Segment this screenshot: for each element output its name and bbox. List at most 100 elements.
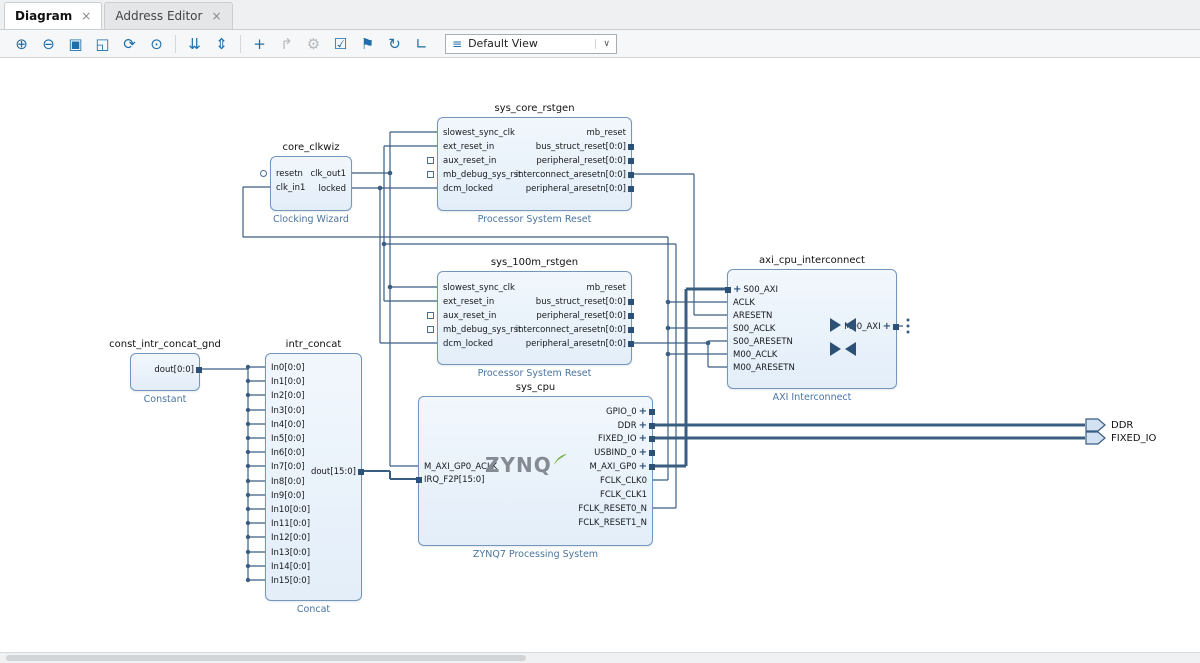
port-In10[0:0][interactable]: In10[0:0]	[271, 504, 310, 516]
port-label: dcm_locked	[443, 183, 493, 195]
port-USBIND_0[interactable]: USBIND_0+	[594, 447, 647, 459]
expand-icon[interactable]: +	[883, 321, 891, 333]
port-peripheral_aresetn[0:0][interactable]: peripheral_aresetn[0:0]	[526, 183, 626, 195]
port-In2[0:0][interactable]: In2[0:0]	[271, 390, 305, 402]
port-slowest_sync_clk[interactable]: slowest_sync_clk	[443, 127, 515, 139]
expand-hierarchy-icon[interactable]: ⇕	[208, 33, 235, 55]
block-sys_core_rstgen[interactable]: slowest_sync_clk ext_reset_in aux_reset_in…	[437, 117, 632, 211]
port-M00_ACLK[interactable]: M00_ACLK	[733, 349, 777, 361]
port-clk_out1[interactable]: clk_out1	[310, 168, 346, 180]
search-icon[interactable]: ⊙	[143, 33, 170, 55]
port-In15[0:0][interactable]: In15[0:0]	[271, 575, 310, 587]
port-M_AXI_GP0[interactable]: M_AXI_GP0+	[590, 461, 648, 473]
port-FCLK_CLK0[interactable]: FCLK_CLK0	[600, 475, 647, 487]
tab-diagram[interactable]: Diagram ×	[4, 2, 102, 29]
external-port-FIXED_IO[interactable]: FIXED_IO	[1085, 431, 1156, 445]
expand-icon[interactable]: +	[639, 447, 647, 459]
port-peripheral_aresetn[0:0][interactable]: peripheral_aresetn[0:0]	[526, 338, 626, 350]
port-peripheral_reset[0:0][interactable]: peripheral_reset[0:0]	[536, 310, 626, 322]
horizontal-scrollbar[interactable]	[0, 652, 1200, 663]
port-dcm_locked[interactable]: dcm_locked	[443, 338, 493, 350]
port-M00_ARESETN[interactable]: M00_ARESETN	[733, 362, 795, 374]
port-locked[interactable]: locked	[319, 183, 346, 195]
close-icon[interactable]: ×	[81, 9, 91, 23]
expand-icon[interactable]: +	[639, 433, 647, 445]
port-FIXED_IO[interactable]: FIXED_IO+	[598, 433, 647, 445]
port-GPIO_0[interactable]: GPIO_0+	[606, 406, 647, 418]
port-In1[0:0][interactable]: In1[0:0]	[271, 376, 305, 388]
port-In7[0:0][interactable]: In7[0:0]	[271, 461, 305, 473]
port-ext_reset_in[interactable]: ext_reset_in	[443, 141, 494, 153]
port-In8[0:0][interactable]: In8[0:0]	[271, 476, 305, 488]
block-const_intr_concat_gnd[interactable]: dout[0:0]	[130, 353, 200, 391]
view-selector[interactable]: ≡ Default View ∨	[445, 34, 617, 54]
port-interconnect_aresetn[0:0][interactable]: interconnect_aresetn[0:0]	[516, 169, 626, 181]
expand-icon[interactable]: +	[733, 284, 741, 296]
port-In9[0:0][interactable]: In9[0:0]	[271, 490, 305, 502]
port-ext_reset_in[interactable]: ext_reset_in	[443, 296, 494, 308]
tab-address-editor[interactable]: Address Editor ×	[104, 2, 232, 29]
validate-design-icon[interactable]: ☑	[327, 33, 354, 55]
zoom-fit-icon[interactable]: ▣	[62, 33, 89, 55]
port-ARESETN[interactable]: ARESETN	[733, 310, 772, 322]
port-mb_debug_sys_rst[interactable]: mb_debug_sys_rst	[443, 169, 521, 181]
expand-icon[interactable]: +	[639, 420, 647, 432]
port-interconnect_aresetn[0:0][interactable]: interconnect_aresetn[0:0]	[516, 324, 626, 336]
port-S00_ARESETN[interactable]: S00_ARESETN	[733, 336, 793, 348]
block-intr_concat[interactable]: In0[0:0] In1[0:0] In2[0:0] In3[0:0] In4[0:0]…	[265, 353, 362, 601]
port-mb_reset[interactable]: mb_reset	[587, 127, 626, 139]
diagram-canvas[interactable]: core_clkwizresetnclk_in1clk_out1lockedCl…	[0, 59, 1200, 653]
external-port-DDR[interactable]: DDR	[1085, 418, 1133, 432]
port-FCLK_RESET1_N[interactable]: FCLK_RESET1_N	[578, 517, 647, 529]
port-aux_reset_in[interactable]: aux_reset_in	[443, 155, 496, 167]
port-aux_reset_in[interactable]: aux_reset_in	[443, 310, 496, 322]
port-bus_struct_reset[0:0][interactable]: bus_struct_reset[0:0]	[536, 141, 626, 153]
port-In3[0:0][interactable]: In3[0:0]	[271, 405, 305, 417]
close-icon[interactable]: ×	[211, 9, 221, 23]
expand-icon[interactable]: +	[639, 461, 647, 473]
port-In13[0:0][interactable]: In13[0:0]	[271, 547, 310, 559]
regenerate-layout-icon[interactable]: ↻	[381, 33, 408, 55]
port-FCLK_CLK1[interactable]: FCLK_CLK1	[600, 489, 647, 501]
add-ip-icon[interactable]: +	[246, 33, 273, 55]
zoom-out-icon[interactable]: ⊖	[35, 33, 62, 55]
port-In14[0:0][interactable]: In14[0:0]	[271, 561, 310, 573]
block-axi_cpu_interconnect[interactable]: +S00_AXIACLKARESETNS00_ACLKS00_ARESETNM0…	[727, 269, 897, 389]
zoom-to-selection-icon[interactable]: ◱	[89, 33, 116, 55]
port-dcm_locked[interactable]: dcm_locked	[443, 183, 493, 195]
block-sys_cpu[interactable]: M_AXI_GP0_ACLKIRQ_F2P[15:0]GPIO_0+DDR+FI…	[418, 396, 653, 546]
port-mb_debug_sys_rst[interactable]: mb_debug_sys_rst	[443, 324, 521, 336]
refresh-icon[interactable]: ⟳	[116, 33, 143, 55]
scrollbar-thumb[interactable]	[6, 655, 526, 661]
collapse-hierarchy-icon[interactable]: ⇊	[181, 33, 208, 55]
port-In0[0:0][interactable]: In0[0:0]	[271, 362, 305, 374]
port-In11[0:0][interactable]: In11[0:0]	[271, 518, 310, 530]
port-In4[0:0][interactable]: In4[0:0]	[271, 419, 305, 431]
port-peripheral_reset[0:0][interactable]: peripheral_reset[0:0]	[536, 155, 626, 167]
port-mb_reset[interactable]: mb_reset	[587, 282, 626, 294]
block-sys_100m_rstgen[interactable]: slowest_sync_clk ext_reset_in aux_reset_in…	[437, 271, 632, 365]
port-S00_AXI[interactable]: +S00_AXI	[733, 284, 778, 296]
port-dout[0:0][interactable]: dout[0:0]	[154, 364, 194, 376]
port-In5[0:0][interactable]: In5[0:0]	[271, 433, 305, 445]
block-core_clkwiz[interactable]: resetn clk_in1 clk_out1locked	[270, 156, 352, 211]
expand-icon[interactable]: +	[639, 406, 647, 418]
port-In12[0:0][interactable]: In12[0:0]	[271, 532, 310, 544]
port-dout[15:0][interactable]: dout[15:0]	[311, 466, 356, 478]
port-IRQ_F2P[15:0][interactable]: IRQ_F2P[15:0]	[424, 474, 485, 486]
port-ACLK[interactable]: ACLK	[733, 297, 755, 309]
port-FCLK_RESET0_N[interactable]: FCLK_RESET0_N	[578, 503, 647, 515]
port-S00_ACLK[interactable]: S00_ACLK	[733, 323, 775, 335]
port-clk_in1[interactable]: clk_in1	[276, 182, 305, 194]
zoom-in-icon[interactable]: ⊕	[8, 33, 35, 55]
port-bus_struct_reset[0:0][interactable]: bus_struct_reset[0:0]	[536, 296, 626, 308]
pin-block-icon[interactable]: ⚑	[354, 33, 381, 55]
port-resetn[interactable]: resetn	[276, 168, 303, 180]
interface-view-icon[interactable]: ∟	[408, 33, 435, 55]
port-slowest_sync_clk[interactable]: slowest_sync_clk	[443, 282, 515, 294]
view-selector-label: Default View	[468, 37, 538, 50]
port-In6[0:0][interactable]: In6[0:0]	[271, 447, 305, 459]
port-DDR[interactable]: DDR+	[618, 420, 647, 432]
block-title: intr_concat	[205, 339, 422, 351]
port-label: In1[0:0]	[271, 376, 305, 388]
